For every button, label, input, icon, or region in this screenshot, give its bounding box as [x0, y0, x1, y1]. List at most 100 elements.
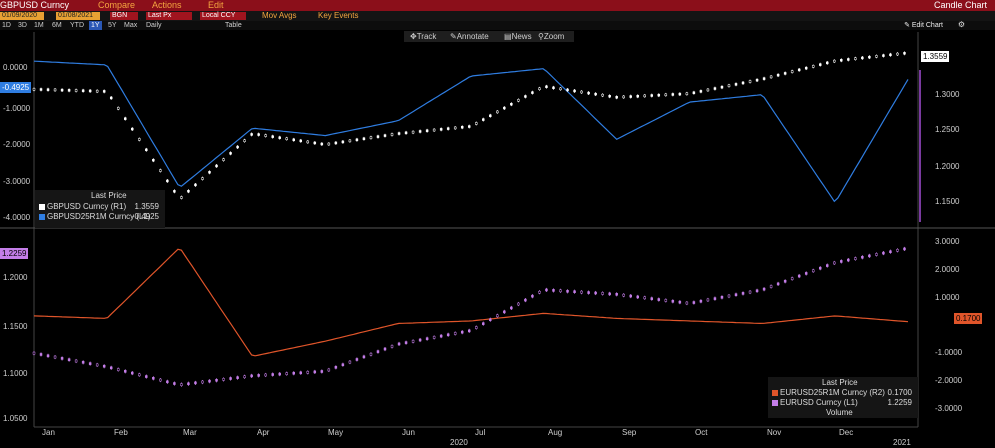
upper-left-tick: -3.0000: [3, 177, 31, 186]
candle-body: [692, 301, 696, 304]
candle-body: [601, 292, 604, 295]
candle-body: [467, 329, 471, 333]
candle-body: [418, 130, 422, 133]
candle-body: [629, 294, 632, 298]
candle-body: [587, 91, 590, 95]
candle-body: [418, 338, 422, 342]
candle-body: [404, 341, 408, 344]
candle-body: [313, 141, 317, 145]
candle-body: [285, 372, 288, 375]
purple-swatch-icon: [772, 399, 778, 406]
candle-body: [510, 102, 513, 106]
candle-body: [180, 383, 183, 386]
candle-body: [187, 382, 190, 386]
legend-value: 1.2259: [887, 398, 912, 407]
eur-rr-last-tag: 0.1700: [954, 313, 983, 324]
candle-body: [818, 63, 822, 66]
candle-body: [475, 326, 478, 329]
candle-body: [475, 122, 478, 125]
candle-body: [74, 89, 78, 92]
candle-body: [397, 342, 401, 346]
candle-body: [194, 183, 197, 187]
upper-right-tick: 1.1500: [935, 197, 960, 206]
candle-body: [250, 133, 253, 136]
gbpusd-last-tag: 1.3559: [921, 51, 950, 62]
lower-left-tick: 1.0500: [3, 414, 28, 423]
candle-body: [580, 290, 583, 294]
candle-body: [53, 355, 57, 359]
candle-body: [341, 363, 345, 367]
candle-body: [636, 95, 639, 98]
candle-body: [489, 318, 492, 322]
candle-body: [889, 250, 892, 253]
candle-body: [734, 83, 738, 86]
candle-body: [762, 287, 766, 291]
candle-body: [685, 92, 689, 95]
candle-body: [173, 382, 176, 385]
candle-body: [559, 87, 562, 91]
candle-body: [538, 87, 541, 90]
candle-body: [102, 364, 106, 368]
month-label: Jun: [402, 428, 415, 437]
candle-body: [790, 70, 794, 73]
candle-body: [818, 266, 822, 270]
candle-body: [861, 255, 864, 259]
candle-body: [517, 302, 520, 306]
candle-body: [278, 136, 281, 139]
candle-body: [804, 66, 808, 70]
upper-right-tick: 1.3000: [935, 90, 960, 99]
candle-body: [236, 376, 239, 379]
candle-body: [201, 177, 204, 180]
candle-body: [334, 366, 338, 369]
legend-title: Last Price: [822, 378, 858, 387]
month-label: Nov: [767, 428, 782, 437]
candle-body: [699, 299, 703, 303]
legend-value: 0.1700: [887, 388, 912, 397]
candle-body: [741, 81, 745, 85]
candle-body: [503, 310, 506, 314]
candle-body: [896, 249, 899, 252]
candle-body: [306, 140, 310, 144]
candle-body: [622, 95, 625, 99]
candle-body: [173, 190, 176, 193]
legend-row: GBPUSD Curncy (R1): [39, 202, 126, 211]
candle-body: [376, 135, 380, 138]
candle-body: [783, 280, 787, 283]
candle-body: [636, 295, 639, 299]
candle-body: [432, 336, 436, 339]
month-label: Jul: [475, 428, 486, 437]
candle-body: [334, 141, 338, 145]
candle-body: [264, 373, 267, 377]
candle-body: [102, 90, 106, 93]
candle-body: [264, 134, 267, 137]
candle-body: [531, 91, 534, 94]
candle-body: [524, 95, 527, 98]
candle-body: [95, 89, 99, 93]
candle-body: [299, 139, 303, 143]
candle-body: [664, 93, 668, 97]
candle-body: [453, 332, 457, 335]
candle-body: [769, 285, 773, 288]
blue-swatch-icon: [39, 213, 45, 220]
candle-body: [531, 294, 534, 298]
candle-body: [257, 374, 260, 377]
candle-body: [875, 253, 878, 256]
lower-right-tick: -3.0000: [935, 404, 963, 413]
candle-body: [369, 352, 373, 356]
candle-body: [201, 380, 204, 384]
candle-body: [671, 300, 675, 303]
candle-body: [826, 61, 829, 65]
upper-left-tick: 0.0000: [3, 63, 28, 72]
candle-body: [833, 261, 836, 265]
candle-body: [524, 298, 527, 302]
candle-body: [594, 92, 597, 96]
candle-body: [657, 298, 661, 301]
candle-body: [678, 300, 682, 304]
legend-value: 1.3559: [134, 202, 159, 211]
lower-right-tick: 1.0000: [935, 293, 960, 302]
candle-body: [467, 125, 471, 128]
candle-body: [875, 55, 878, 58]
candle-body: [53, 88, 57, 92]
candle-body: [811, 65, 815, 68]
legend-footer: Volume: [826, 408, 853, 417]
